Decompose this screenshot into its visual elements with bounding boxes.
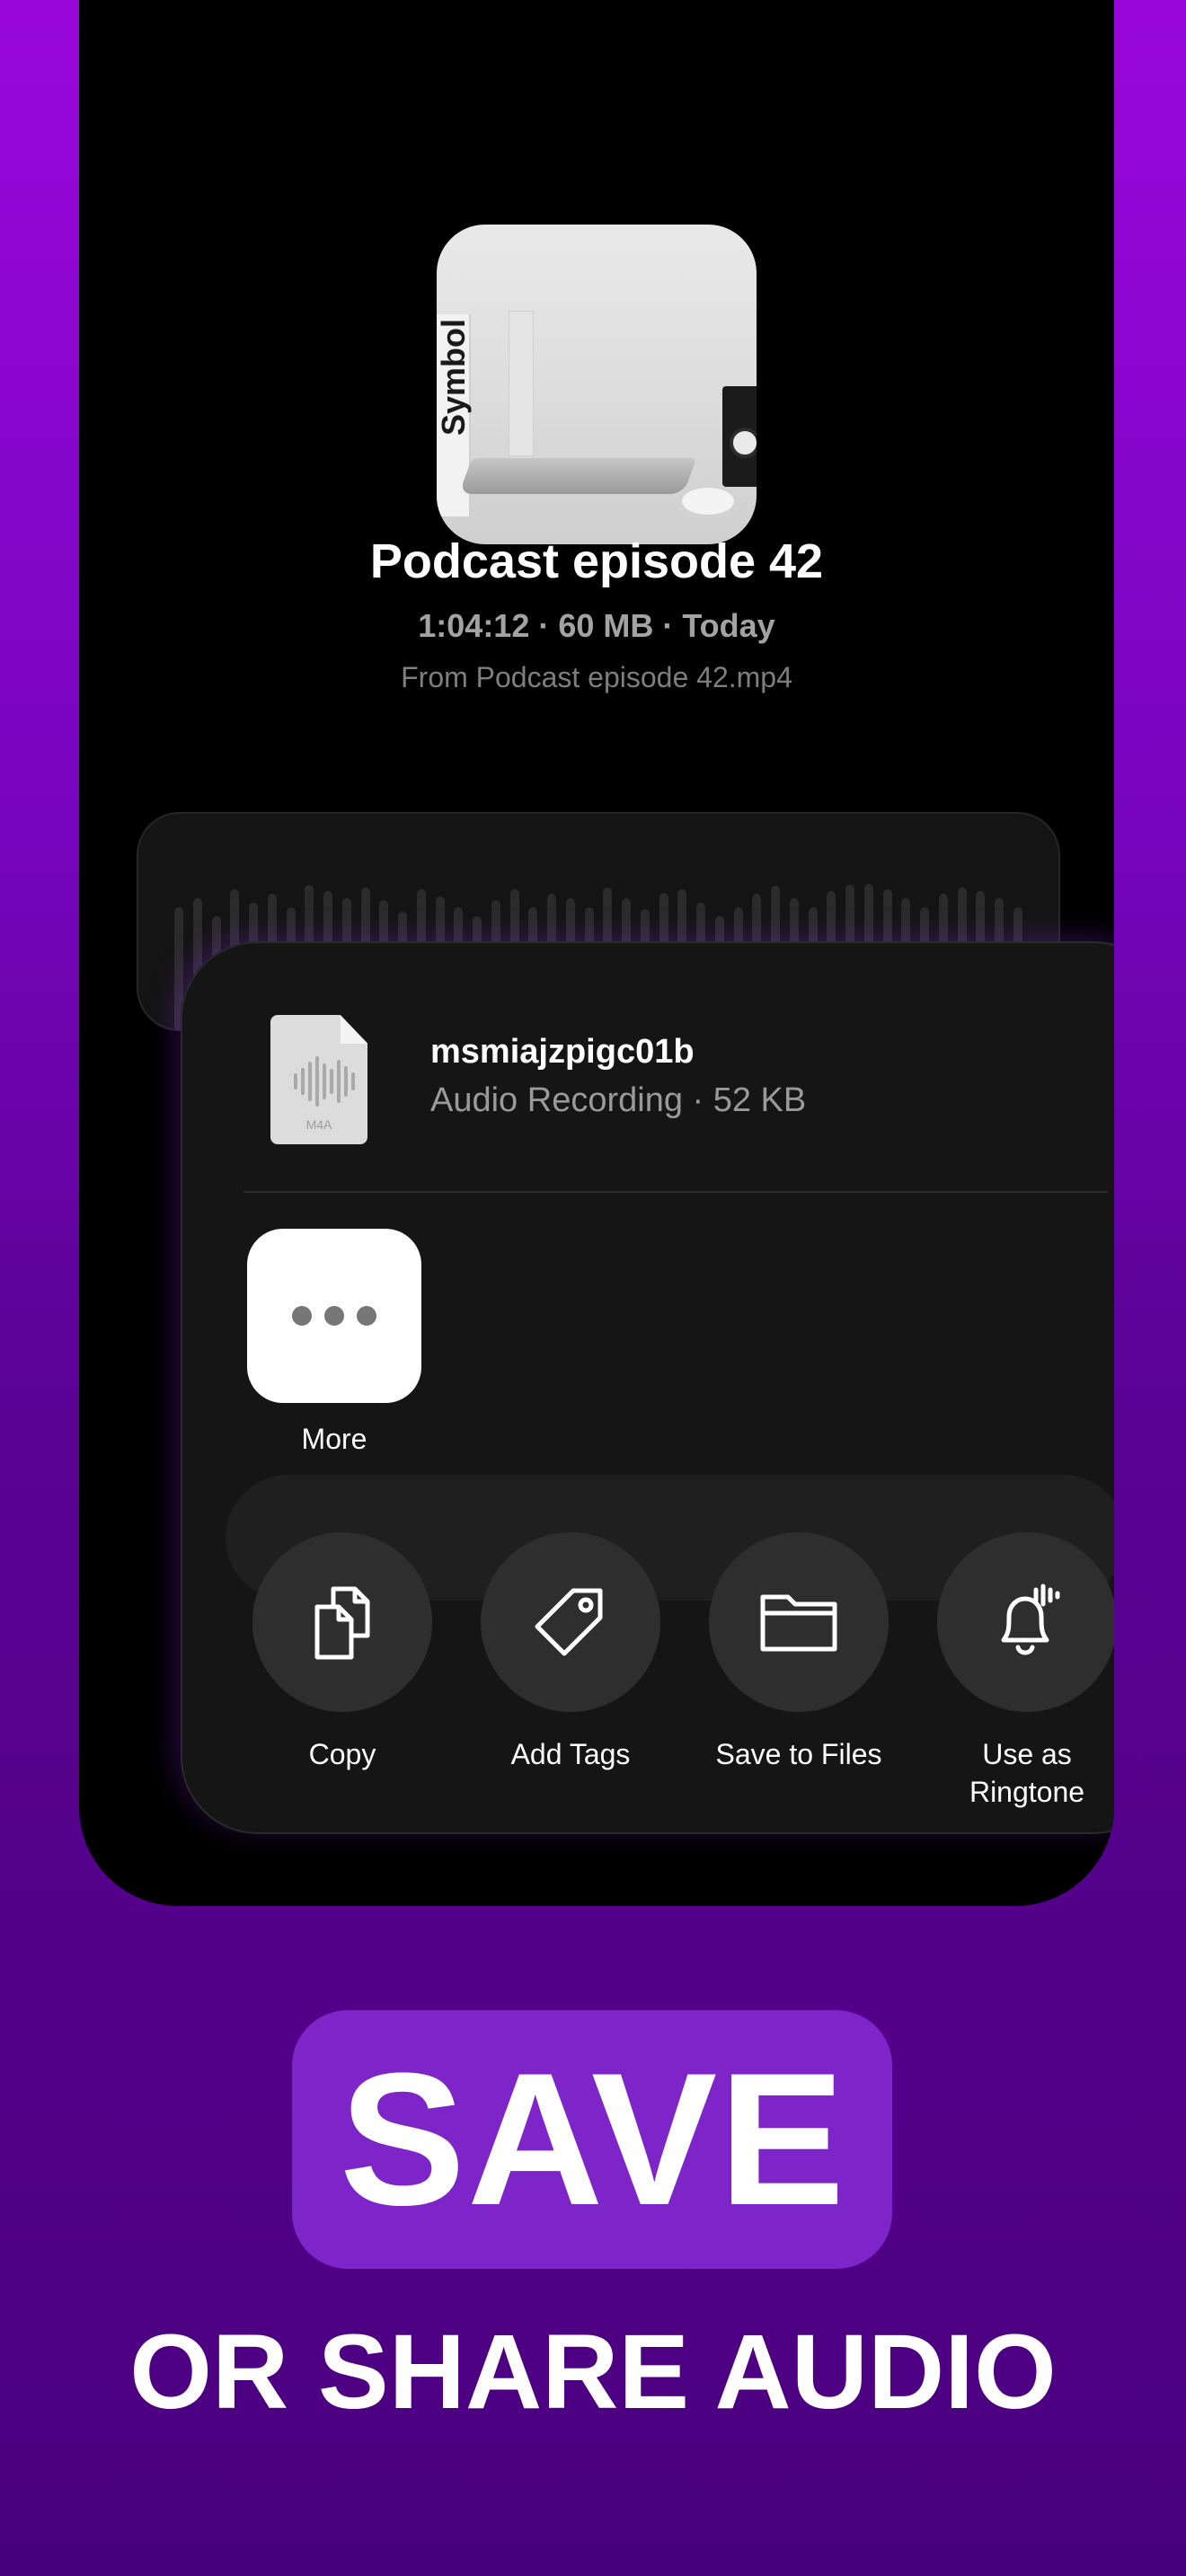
more-button[interactable] — [247, 1229, 421, 1403]
divider — [243, 1191, 1108, 1193]
laptop-illustration — [458, 458, 697, 494]
file-wave-bar — [351, 1072, 355, 1090]
bell-icon — [1001, 1584, 1060, 1655]
add-tags-button[interactable]: Add Tags — [472, 1532, 669, 1773]
add-tags-label: Add Tags — [510, 1738, 631, 1770]
recording-source: From Podcast episode 42.mp4 — [401, 661, 792, 693]
m4a-file-icon: M4A — [270, 1015, 367, 1144]
more-label: More — [301, 1423, 367, 1455]
use-as-ringtone-button[interactable]: Use as Ringtone — [928, 1532, 1114, 1811]
phone-screen: Symbol Podcast episode 42 1:04:12 · 60 M… — [79, 0, 1114, 1906]
file-name: msmiajzpigc01b — [430, 1033, 695, 1071]
save-to-files-button[interactable]: Save to Files — [700, 1532, 898, 1773]
cta-subheadline: OR SHARE AUDIO — [129, 2313, 1057, 2431]
file-wave-bar — [294, 1073, 297, 1090]
cta-headline: SAVE — [339, 2033, 847, 2245]
share-sheet: M4A msmiajzpigc01b Audio Recording · 52 … — [181, 941, 1114, 1834]
bell-icon-circle[interactable] — [937, 1532, 1114, 1712]
file-wave-bar — [308, 1062, 312, 1101]
tag-icon — [535, 1588, 603, 1656]
file-extension: M4A — [305, 1117, 332, 1132]
use-as-ringtone-label: Use as Ringtone — [969, 1738, 1085, 1808]
audio-wave-icon — [294, 1056, 355, 1107]
file-wave-bar — [337, 1060, 341, 1103]
folder-icon — [760, 1594, 837, 1652]
ellipsis-icon — [292, 1306, 312, 1326]
artwork-box-text: Symbol — [437, 319, 472, 437]
screenshot-root: { "colors": { "background_top": "#9a07da… — [0, 0, 1186, 2576]
recording-meta: 1:04:12 · 60 MB · Today — [418, 607, 775, 644]
copy-label: Copy — [308, 1738, 376, 1770]
file-subtitle: Audio Recording · 52 KB — [430, 1081, 807, 1119]
file-wave-bar — [344, 1066, 348, 1097]
save-to-files-label: Save to Files — [715, 1738, 882, 1770]
copy-button[interactable]: Copy — [243, 1532, 441, 1773]
mouse-illustration — [681, 487, 735, 516]
folder-icon-circle[interactable] — [709, 1532, 889, 1712]
file-wave-bar — [323, 1063, 326, 1099]
recording-title: Podcast episode 42 — [369, 534, 824, 588]
copy-icon — [314, 1586, 370, 1660]
copy-icon-circle[interactable] — [252, 1532, 432, 1712]
tag-icon-circle[interactable] — [481, 1532, 660, 1712]
file-wave-bar — [301, 1068, 305, 1095]
file-wave-bar — [315, 1056, 319, 1107]
podcast-artwork: Symbol — [437, 225, 757, 544]
file-wave-bar — [330, 1069, 333, 1094]
